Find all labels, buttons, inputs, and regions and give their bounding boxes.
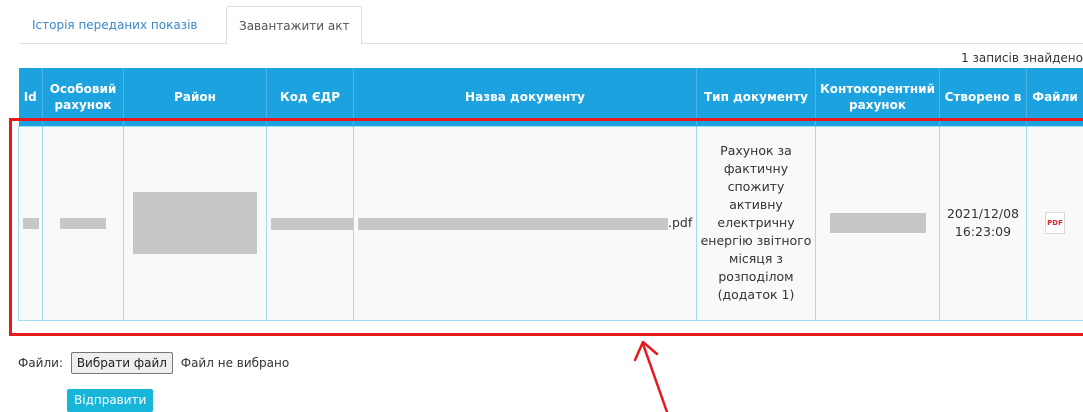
table-header-row: Id Особовий рахунок Район Код ЄДР Назва …	[18, 68, 1083, 126]
column-header-edrpou[interactable]: Код ЄДР	[266, 68, 354, 126]
column-header-account[interactable]: Особовий рахунок	[42, 68, 124, 126]
column-header-doc-name[interactable]: Назва документу	[353, 68, 697, 126]
records-count: 1 записів знайдено	[961, 51, 1083, 65]
redacted-edrpou	[271, 217, 353, 230]
cell-district	[123, 125, 267, 321]
created-datetime: 2021/12/08 16:23:09	[946, 206, 1020, 239]
choose-file-button[interactable]: Вибрати файл	[70, 352, 173, 374]
red-arrow-icon	[633, 340, 669, 412]
submit-button[interactable]: Відправити	[67, 389, 154, 412]
cell-files: PDF	[1026, 125, 1083, 321]
documents-table: Id Особовий рахунок Район Код ЄДР Назва …	[18, 68, 1083, 321]
table-row: .pdf Рахунок за фактичну спожиту активну…	[18, 125, 1083, 321]
pdf-file-icon[interactable]: PDF	[1045, 212, 1065, 234]
column-header-district[interactable]: Район	[123, 68, 267, 126]
column-header-id[interactable]: Id	[18, 68, 43, 126]
redacted-doc-name	[358, 217, 668, 230]
column-header-doc-type[interactable]: Тип документу	[696, 68, 816, 126]
files-label: Файли:	[18, 356, 63, 370]
column-header-contra-account[interactable]: Контокорентний рахунок	[815, 68, 940, 126]
tab-upload-act[interactable]: Завантажити акт	[226, 6, 363, 45]
tab-history[interactable]: Історія переданих показів	[20, 6, 209, 44]
redacted-contra-account	[829, 213, 926, 233]
no-file-selected-text: Файл не вибрано	[180, 356, 290, 370]
file-upload-row: Файли: Вибрати файл Файл не вибрано	[18, 352, 289, 376]
cell-account	[42, 125, 124, 321]
redacted-account	[60, 218, 106, 229]
cell-contra-account	[815, 125, 940, 321]
cell-created: 2021/12/08 16:23:09	[939, 125, 1027, 321]
column-header-created[interactable]: Створено в	[939, 68, 1027, 126]
column-header-files[interactable]: Файли	[1026, 68, 1083, 126]
cell-doc-type: Рахунок за фактичну спожиту активну елек…	[696, 125, 816, 321]
tab-bar: Історія переданих показів Завантажити ак…	[20, 6, 1083, 45]
cell-id	[18, 125, 43, 321]
page: Історія переданих показів Завантажити ак…	[0, 0, 1083, 412]
doc-name-suffix: .pdf	[668, 215, 693, 230]
redacted-district	[133, 192, 257, 254]
redacted-id	[23, 218, 39, 229]
cell-doc-name: .pdf	[353, 125, 697, 321]
cell-edrpou	[266, 125, 354, 321]
